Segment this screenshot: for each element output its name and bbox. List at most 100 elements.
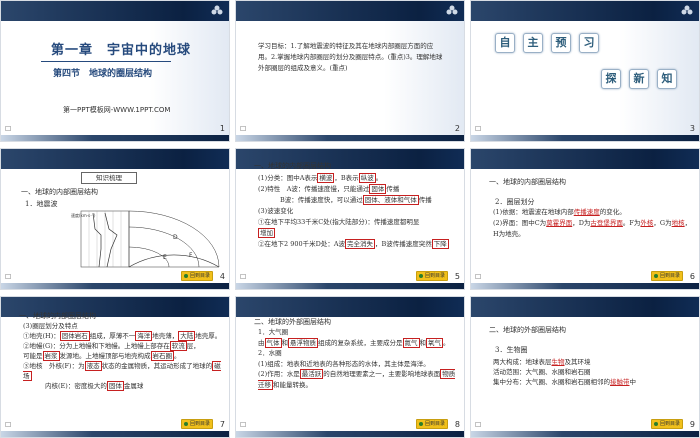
- slide-icon: ☐: [5, 125, 12, 133]
- slide-icon: ☐: [475, 273, 482, 281]
- char-badge: 自: [495, 33, 515, 53]
- subheading: 2．圈层划分: [495, 198, 535, 206]
- answer: 增加: [258, 228, 275, 238]
- text: B波：传播速度快，可以通过: [280, 196, 363, 204]
- text: 层，: [186, 342, 200, 350]
- back-to-contents-button[interactable]: 回到目录: [651, 419, 683, 429]
- answer: 下降: [431, 239, 449, 249]
- slide-thumbnail-9[interactable]: 二、地球的外部圈层结构 3．生物圈 两大构成：地球表层生物及其环境 活动范围：大…: [470, 296, 700, 438]
- slide-thumbnail-8[interactable]: 二、地球的外部圈层结构 1．大气圈 由气体和悬浮物质 组成的复杂系统，主要成分是氮…: [235, 296, 465, 438]
- text: 和能量转换。: [273, 380, 312, 389]
- text: 1．大气圈: [258, 328, 289, 336]
- button-label: 回到目录: [189, 420, 210, 427]
- clover-icon: [446, 5, 458, 15]
- text: ③地核: [23, 362, 43, 370]
- text: (2)作用：水是: [258, 370, 300, 378]
- nav-dot-icon: [653, 274, 658, 278]
- axis-label: 速度(km·s⁻¹): [71, 212, 96, 218]
- back-to-contents-button[interactable]: 回到目录: [181, 271, 213, 281]
- answer: 岩石圈: [150, 351, 174, 361]
- button-label: 回到目录: [424, 272, 445, 279]
- header-bar: [471, 297, 699, 317]
- text: (3)波速变化: [258, 207, 294, 215]
- footer-text: 第一PPT模板网-WWW.1PPT.COM: [63, 106, 171, 114]
- text: 的变化。: [599, 208, 626, 216]
- slide-number: 1: [219, 124, 225, 133]
- text: ，G为: [653, 219, 672, 227]
- slide-thumbnail-1[interactable]: 第一章 宇宙中的地球 第四节 地球的圈层结构 第一PPT模板网-WWW.1PPT…: [0, 0, 230, 142]
- text: (1)依据：地震波在地球内部: [493, 208, 574, 216]
- footer-bar: [471, 431, 699, 437]
- text: (1)分类：图中A表示: [258, 174, 318, 182]
- slide-number: 3: [689, 124, 695, 133]
- section-heading: 一、地球的内部圈层结构: [21, 188, 98, 196]
- content-block: (3)圈层划分及特点 ①地壳(H)： 固体岩石 组成，厚薄不一 海洋 地壳薄， 大陆 地壳厚…: [23, 321, 228, 391]
- nav-dot-icon: [418, 274, 423, 278]
- divider: [41, 61, 171, 62]
- back-to-contents-button[interactable]: 回到目录: [416, 271, 448, 281]
- content-block: (1)分类：图中A表示 横波 ，B表示 纵波。 (2)特性 A波：传播速度慢，只能通过…: [258, 173, 458, 250]
- text: 2．水圈: [258, 349, 282, 357]
- answer: 莫霍界面: [546, 219, 573, 227]
- section-heading: 一、地球的内部圈层结构: [489, 178, 566, 186]
- footer-bar: [236, 135, 464, 141]
- slide-icon: ☐: [240, 273, 247, 281]
- text: 。: [443, 338, 450, 347]
- button-label: 回到目录: [659, 420, 680, 427]
- content-block: (1)依据：地震波在地球内部传播速度的变化。 (2)界面：图中C为莫霍界面，D为…: [493, 207, 693, 240]
- text: ①地壳(H)：: [23, 332, 60, 340]
- answer: 古登堡界面: [590, 219, 623, 227]
- answer: 气体: [264, 337, 282, 348]
- text: 地壳薄，: [152, 332, 179, 340]
- label-e: E: [163, 254, 167, 261]
- answer: 纵波: [358, 173, 376, 183]
- answer: 液态: [84, 361, 102, 371]
- answer: 横波: [317, 173, 335, 183]
- explore-badges: 探 新 知: [601, 69, 677, 89]
- footer-bar: [236, 283, 464, 289]
- section-heading: 二、地球的外部圈层结构: [254, 318, 331, 326]
- slide-thumbnail-6[interactable]: 一、地球的内部圈层结构 2．圈层划分 (1)依据：地震波在地球内部传播速度的变化…: [470, 148, 700, 290]
- answer: 大陆: [178, 331, 196, 341]
- answer: 氧气: [426, 337, 443, 348]
- clover-icon: [211, 5, 223, 15]
- text: 可能是: [23, 352, 43, 360]
- slide-icon: ☐: [240, 125, 247, 133]
- char-badge: 习: [579, 33, 599, 53]
- header-bar: [236, 1, 464, 21]
- text: 传播: [418, 196, 432, 204]
- back-to-contents-button[interactable]: 回到目录: [416, 419, 448, 429]
- header-bar: [471, 1, 699, 21]
- text: 及其环境: [564, 358, 591, 366]
- text: ，B波传播速度突然: [375, 240, 432, 248]
- nav-dot-icon: [653, 422, 658, 426]
- slide-icon: ☐: [5, 273, 12, 281]
- char-badge: 预: [551, 33, 571, 53]
- slide-thumbnail-5[interactable]: 一、地球的内部圈层结构 (1)分类：图中A表示 横波 ，B表示 纵波。 (2)特性 A…: [235, 148, 465, 290]
- slide-number: 5: [454, 272, 460, 281]
- text: 传播: [386, 185, 400, 193]
- seismic-wave-diagram: 速度(km·s⁻¹) D F E: [71, 210, 220, 268]
- text: 组成的复杂系统，主要成分是: [318, 338, 403, 347]
- header-bar: [471, 149, 699, 169]
- text: 活动范围：大气圈、水圈和岩石圈: [493, 368, 591, 376]
- back-to-contents-button[interactable]: 回到目录: [651, 271, 683, 281]
- text: 。F为: [622, 219, 641, 227]
- slide-thumbnail-4[interactable]: 知识梳理 一、地球的内部圈层结构 1．地震波 速度(km·s⁻¹) D F E …: [0, 148, 230, 290]
- back-to-contents-button[interactable]: 回到目录: [181, 419, 213, 429]
- text: (1)组成：地表和近地表的各种形态的水体，其主体是海洋。: [258, 359, 430, 368]
- answer: 氮气: [402, 337, 420, 348]
- text: ①在地下平均33千米C处(指大陆部分)：传播速度都明显: [258, 218, 420, 226]
- slide-thumbnail-7[interactable]: 一、地球的内部圈层结构 (3)圈层划分及特点 ①地壳(H)： 固体岩石 组成，厚薄不…: [0, 296, 230, 438]
- slide-thumbnail-2[interactable]: 学习目标：1.了解地震波的特征及其在地球内部圈层方面的应用。2.掌握地球内部圈层…: [235, 0, 465, 142]
- footer-bar: [471, 135, 699, 141]
- text: ②在地下2 900千米D处：A波: [258, 240, 346, 248]
- text: A波：传播速度慢，只能通过: [286, 185, 370, 193]
- footer-bar: [1, 283, 229, 289]
- button-label: 回到目录: [659, 272, 680, 279]
- text: ，D为: [572, 219, 591, 227]
- char-badge: 新: [629, 69, 649, 89]
- slide-thumbnail-3[interactable]: 自 主 预 习 探 新 知 ☐ 3: [470, 0, 700, 142]
- slide-icon: ☐: [5, 421, 12, 429]
- answer: 固体岩石: [59, 331, 90, 341]
